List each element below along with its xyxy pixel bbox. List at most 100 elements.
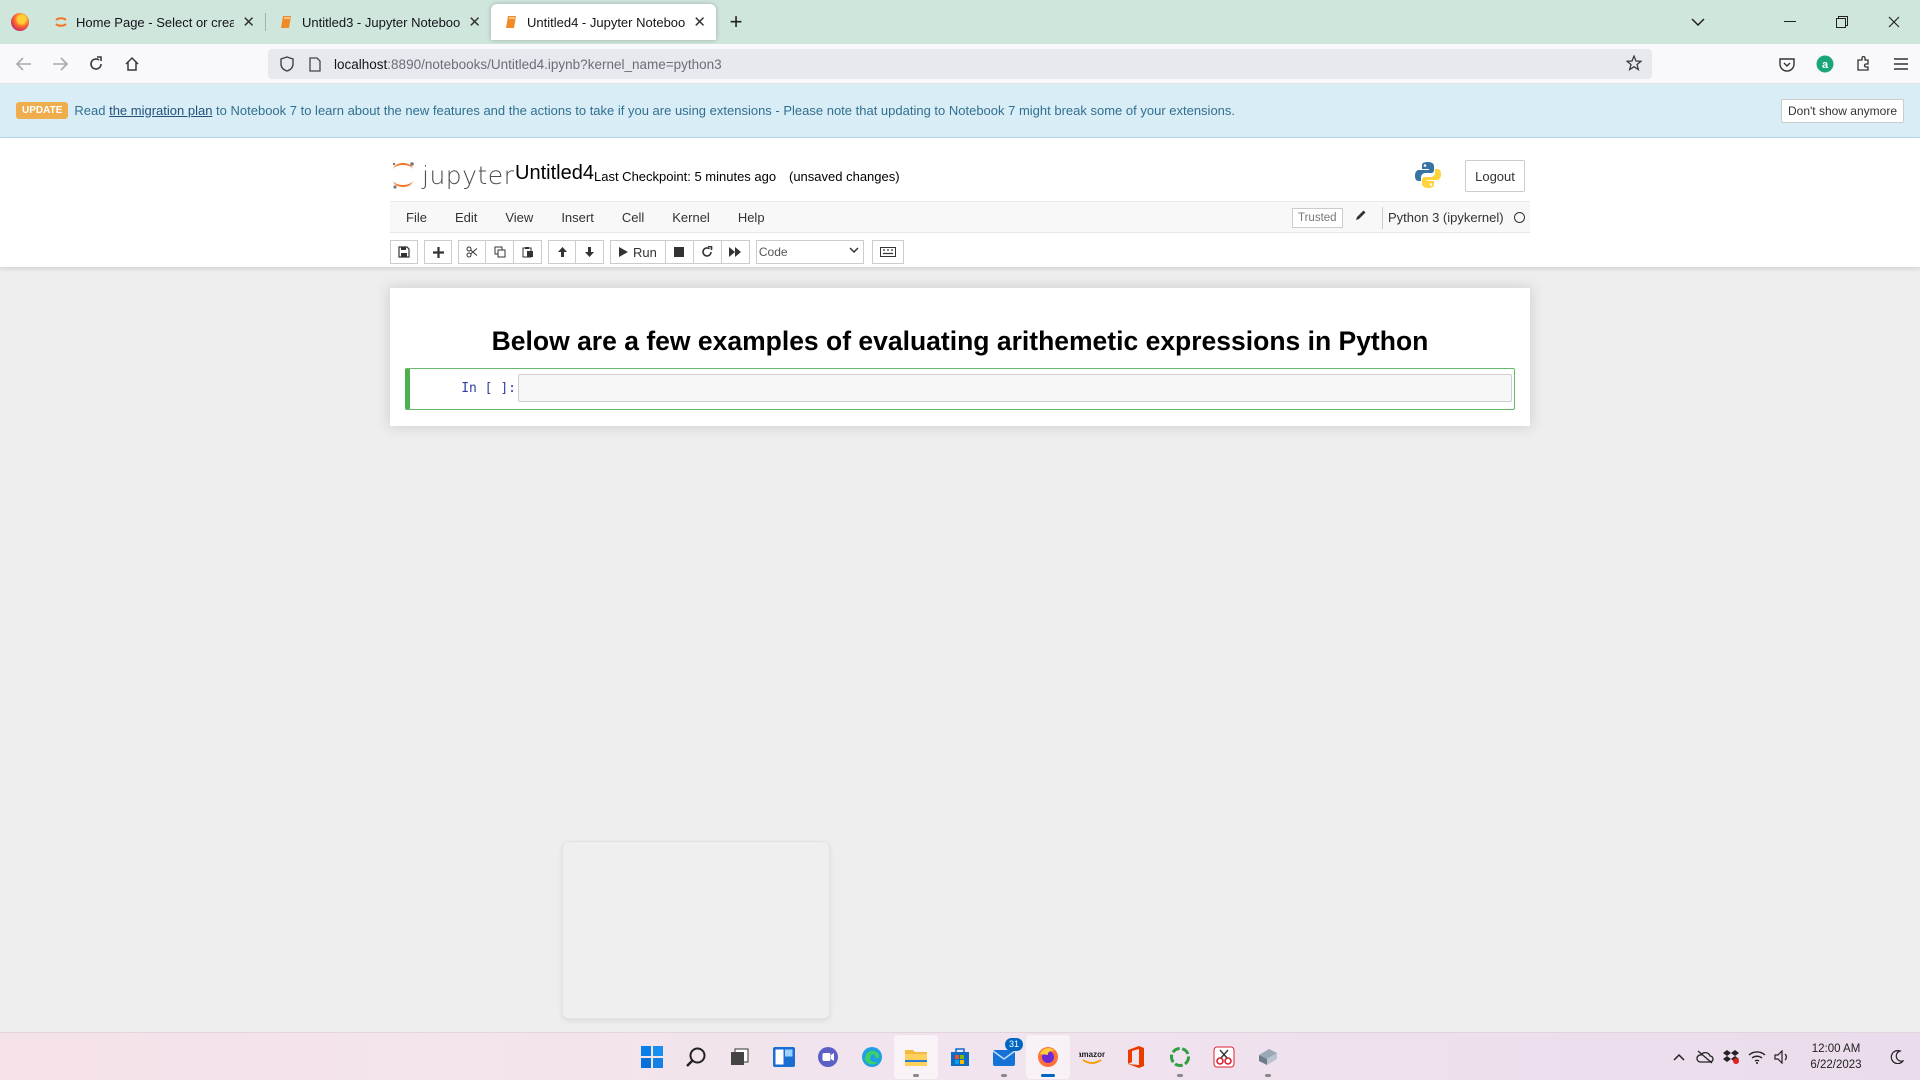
kernel-idle-indicator-icon: [1514, 212, 1525, 223]
task-view-icon[interactable]: [718, 1035, 762, 1079]
stop-icon: [674, 247, 685, 257]
move-down-button[interactable]: [576, 240, 604, 264]
scissors-icon: [466, 246, 478, 258]
hamburger-menu-icon[interactable]: [1883, 48, 1919, 80]
edge-browser-icon[interactable]: [850, 1035, 894, 1079]
menu-bar: File Edit View Insert Cell Kernel Help T…: [390, 201, 1530, 233]
tracking-protection-shield-icon[interactable]: [278, 55, 296, 73]
save-button[interactable]: [390, 240, 418, 264]
windows-start-icon[interactable]: [630, 1035, 674, 1079]
markdown-heading[interactable]: Below are a few examples of evaluating a…: [390, 326, 1530, 357]
jupyter-favicon-icon: [54, 15, 68, 29]
menu-edit[interactable]: Edit: [441, 210, 491, 225]
system-clock[interactable]: 12:00 AM 6/22/2023: [1796, 1041, 1876, 1073]
jupyter-logo-icon: [392, 162, 414, 189]
forward-icon[interactable]: [42, 48, 78, 80]
minimize-icon[interactable]: [1764, 0, 1816, 44]
firefox-taskbar-icon[interactable]: [1026, 1035, 1070, 1079]
tab-close-icon[interactable]: ✕: [693, 13, 706, 31]
interrupt-kernel-button[interactable]: [665, 240, 694, 264]
office-icon[interactable]: [1114, 1035, 1158, 1079]
app-icon[interactable]: [1246, 1035, 1290, 1079]
menu-view[interactable]: View: [491, 210, 547, 225]
paste-button[interactable]: [514, 240, 542, 264]
kernel-separator: [1382, 207, 1383, 229]
home-icon[interactable]: [114, 48, 150, 80]
copy-icon: [494, 246, 505, 258]
edit-pencil-icon[interactable]: [1355, 209, 1367, 224]
page-info-icon[interactable]: [306, 55, 324, 73]
back-icon[interactable]: [6, 48, 42, 80]
banner-text-suffix: to Notebook 7 to learn about the new fea…: [216, 103, 1236, 118]
amazon-icon[interactable]: amazon: [1070, 1035, 1114, 1079]
restart-icon: [702, 246, 713, 257]
wifi-icon[interactable]: [1744, 1042, 1770, 1072]
menu-cell[interactable]: Cell: [608, 210, 658, 225]
circle-app-icon[interactable]: [1158, 1035, 1202, 1079]
widgets-icon[interactable]: [762, 1035, 806, 1079]
blank-popup-panel: [562, 841, 830, 1019]
menu-kernel[interactable]: Kernel: [658, 210, 724, 225]
run-button[interactable]: Run: [610, 240, 666, 264]
list-all-tabs-icon[interactable]: [1672, 0, 1724, 44]
restart-kernel-button[interactable]: [693, 240, 722, 264]
volume-icon[interactable]: [1770, 1042, 1796, 1072]
reload-icon[interactable]: [78, 48, 114, 80]
cell-type-select[interactable]: Code: [755, 240, 864, 264]
tab-home-page[interactable]: Home Page - Select or create a ✕: [40, 4, 265, 40]
cut-button[interactable]: [458, 240, 486, 264]
update-banner: UPDATE Read the migration plan to Notebo…: [0, 84, 1920, 138]
file-explorer-icon[interactable]: [894, 1035, 938, 1079]
command-palette-button[interactable]: [871, 240, 904, 264]
jupyter-logo-text: jupyter: [422, 160, 515, 190]
account-avatar-icon[interactable]: a: [1807, 48, 1843, 80]
microsoft-store-icon[interactable]: [938, 1035, 982, 1079]
logout-button[interactable]: Logout: [1465, 160, 1525, 192]
move-up-button[interactable]: [548, 240, 576, 264]
keyboard-icon: [879, 247, 896, 257]
jupyter-header: jupyter Untitled4 Last Checkpoint: 5 min…: [0, 138, 1920, 268]
copy-button[interactable]: [486, 240, 514, 264]
mail-count-badge: 31: [1004, 1038, 1023, 1051]
notebook-container: Below are a few examples of evaluating a…: [390, 288, 1530, 426]
search-icon[interactable]: [674, 1035, 718, 1079]
extensions-puzzle-icon[interactable]: [1845, 48, 1881, 80]
tab-close-icon[interactable]: ✕: [242, 13, 255, 31]
mail-icon[interactable]: 31: [982, 1035, 1026, 1079]
svg-text:amazon: amazon: [1079, 1050, 1105, 1059]
new-tab-icon[interactable]: +: [716, 4, 756, 40]
tab-label: Home Page - Select or create a: [76, 14, 235, 30]
bookmark-star-icon[interactable]: [1625, 54, 1643, 74]
insert-cell-button[interactable]: [424, 240, 452, 264]
close-window-icon[interactable]: [1868, 0, 1920, 44]
menu-help[interactable]: Help: [724, 210, 779, 225]
show-hidden-icons-chevron-icon[interactable]: [1666, 1042, 1692, 1072]
code-cell-selected[interactable]: In [ ]:: [405, 368, 1515, 410]
menu-insert[interactable]: Insert: [547, 210, 608, 225]
tab-untitled3[interactable]: Untitled3 - Jupyter Notebook ✕: [266, 4, 491, 40]
firefox-menu-icon[interactable]: [0, 0, 40, 44]
teams-chat-icon[interactable]: [806, 1035, 850, 1079]
dont-show-anymore-button[interactable]: Don't show anymore: [1780, 99, 1904, 123]
notebook-name[interactable]: Untitled4: [515, 162, 594, 185]
clock-time: 12:00 AM: [1811, 1043, 1861, 1055]
pocket-icon[interactable]: [1769, 48, 1805, 80]
fast-forward-icon: [728, 247, 741, 257]
menu-file[interactable]: File: [390, 210, 441, 225]
navigation-toolbar: localhost:8890/notebooks/Untitled4.ipynb…: [0, 44, 1920, 84]
restore-icon[interactable]: [1816, 0, 1868, 44]
dropbox-icon[interactable]: [1718, 1042, 1744, 1072]
tab-close-icon[interactable]: ✕: [468, 13, 481, 31]
snipping-tool-icon[interactable]: [1202, 1035, 1246, 1079]
onedrive-offline-icon[interactable]: [1692, 1042, 1718, 1072]
code-input-area[interactable]: [518, 374, 1512, 402]
jupyter-logo[interactable]: jupyter: [390, 160, 514, 190]
windows-taskbar: 31 amazon 12:00 AM 6/22/2023: [0, 1032, 1920, 1080]
restart-run-all-button[interactable]: [721, 240, 750, 264]
tab-untitled4[interactable]: Untitled4 - Jupyter Notebook ✕: [491, 4, 716, 40]
save-icon: [398, 246, 410, 258]
address-bar[interactable]: localhost:8890/notebooks/Untitled4.ipynb…: [268, 49, 1652, 79]
notifications-moon-icon[interactable]: [1884, 1042, 1910, 1072]
migration-plan-link[interactable]: the migration plan: [109, 103, 212, 118]
trusted-badge[interactable]: Trusted: [1292, 208, 1343, 228]
